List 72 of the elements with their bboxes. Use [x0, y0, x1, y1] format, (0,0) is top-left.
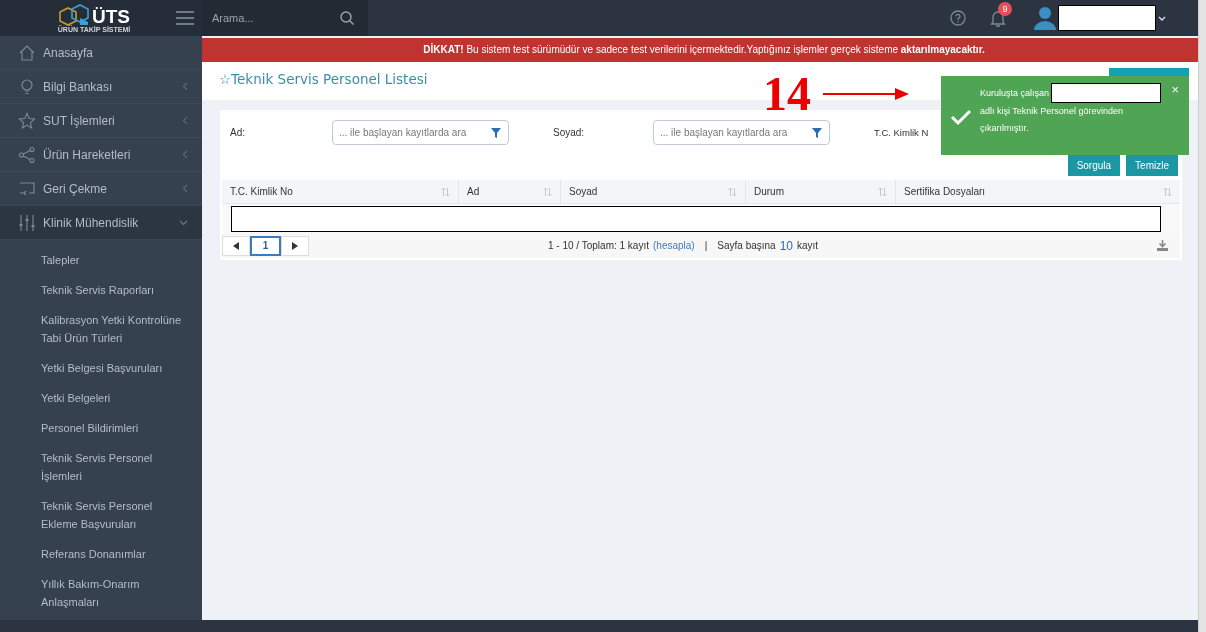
column-header[interactable]: Ad	[459, 180, 561, 203]
unit-label: kayıt	[797, 240, 819, 251]
bulb-icon	[18, 77, 36, 96]
sort-icon	[878, 186, 887, 197]
menu-button[interactable]	[168, 0, 202, 36]
field-label: Ad:	[230, 126, 246, 138]
per-page-selector[interactable]: 10	[779, 238, 794, 253]
check-icon	[950, 108, 972, 126]
menu-icon	[176, 11, 194, 25]
monitor-icon	[18, 179, 36, 198]
user-icon	[1034, 6, 1056, 30]
search-icon	[340, 11, 354, 25]
sidebar-item[interactable]: Ürün Hareketleri	[0, 138, 202, 172]
search-field[interactable]: Arama...	[202, 0, 368, 36]
annotation-number: 14	[763, 66, 811, 122]
sidebar-item[interactable]: Klinik Mühendislik	[0, 206, 202, 240]
column-header[interactable]: Durum	[746, 180, 896, 203]
submenu-item[interactable]: Yetki Belgeleri	[0, 382, 202, 412]
cubes-icon	[58, 3, 92, 26]
submenu-item[interactable]: Teknik Servis Raporları	[0, 274, 202, 304]
sidebar-item[interactable]: SUT İşlemleri	[0, 104, 202, 138]
chevron-down-icon	[179, 219, 188, 226]
previous-page-button[interactable]	[222, 235, 250, 256]
submenu-item[interactable]: Yetki Belgesi Başvuruları	[0, 352, 202, 382]
submenu-item[interactable]: Kalibrasyon Yetki Kontrolüne Tabi Ürün Türleri	[0, 304, 202, 352]
sort-icon	[1163, 186, 1172, 197]
sort-icon	[441, 186, 450, 197]
sort-icon	[728, 186, 737, 197]
help-icon	[950, 10, 966, 26]
page-title: ☆Teknik Servis Personel Listesi	[219, 70, 428, 87]
page-button[interactable]: 1	[250, 235, 281, 256]
submenu-item[interactable]: Teknik Servis Personel İşlemleri	[0, 442, 202, 490]
triangle-right-icon	[292, 241, 298, 250]
filter-icon	[491, 127, 501, 138]
sort-icon	[543, 186, 552, 197]
field-label: Soyad:	[553, 126, 586, 138]
submenu-item[interactable]: Referans Donanımlar	[0, 538, 202, 568]
chevron-left-icon	[182, 150, 188, 159]
caret-icon	[1158, 15, 1166, 21]
logo-text: ÜTS	[92, 7, 130, 26]
submenu-item[interactable]: Teknik Servis Personel Ekleme Başvuruları	[0, 490, 202, 538]
toast-message: Kuruluşta çalışan	[980, 86, 1050, 100]
chevron-left-icon	[182, 184, 188, 193]
column-header[interactable]: Sertifika Dosyaları	[896, 180, 1180, 203]
submenu-item[interactable]: Yıllık Bakım-Onarım Anlaşmaları	[0, 568, 202, 616]
submenu-item[interactable]: Personel Bildirimleri	[0, 412, 202, 442]
toast-message: adlı kişi Teknik Personel görevinden çıkarılmıştır.	[980, 105, 1124, 135]
share-icon	[18, 145, 36, 164]
calculate-link[interactable]: (hesapla)	[653, 240, 695, 251]
chevron-left-icon	[182, 82, 188, 91]
record-count: 1 - 10 / Toplam: 1 kayıt	[548, 240, 649, 251]
sliders-icon	[18, 213, 36, 232]
filter-icon	[812, 127, 822, 138]
column-header[interactable]: Soyad	[561, 180, 746, 203]
download-icon	[1157, 240, 1168, 251]
separator-text: |	[704, 240, 708, 251]
field-label: T.C. Kimlik N	[874, 126, 930, 138]
close-button[interactable]: ×	[1171, 82, 1179, 97]
star-icon	[18, 111, 36, 130]
column-header[interactable]: T.C. Kimlik No	[222, 180, 459, 203]
action-button[interactable]: Temizle	[1126, 154, 1178, 176]
next-page-button[interactable]	[281, 235, 309, 256]
action-button[interactable]: Sorgula	[1067, 154, 1121, 176]
chevron-left-icon	[182, 116, 188, 125]
submenu-item[interactable]: Talepler	[0, 244, 202, 274]
triangle-left-icon	[233, 241, 239, 250]
notifications-button[interactable]: 9	[978, 0, 1018, 36]
filter-field[interactable]: ... ile başlayan kayıtlarda ara	[653, 119, 830, 145]
filter-field[interactable]: ... ile başlayan kayıtlarda ara	[332, 119, 509, 145]
per-page-label: Sayfa başına	[717, 240, 776, 251]
notification-badge: 9	[998, 2, 1012, 16]
home-icon	[18, 43, 36, 62]
